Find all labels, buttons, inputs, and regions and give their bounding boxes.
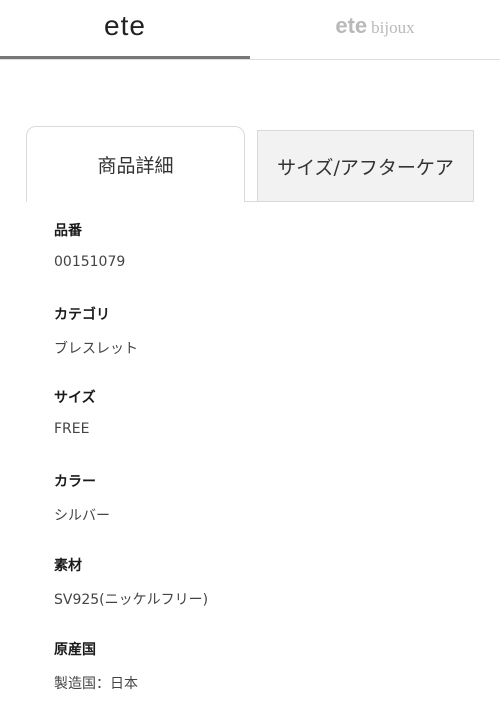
spec-label: 素材 <box>54 558 82 574</box>
spec-value: シルバー <box>54 508 110 524</box>
brand-ete-bijoux-name: ete <box>335 13 368 38</box>
spec-value: ブレスレット <box>54 341 138 357</box>
brand-tab-ete[interactable]: ete <box>0 0 250 60</box>
spec-value: FREE <box>54 421 90 437</box>
spec-item-material: 素材 SV925(ニッケルフリー) <box>54 555 454 608</box>
active-brand-underline <box>0 56 250 59</box>
spec-item-product-number: 品番 00151079 <box>54 220 454 270</box>
tab-product-details[interactable]: 商品詳細 <box>26 126 245 202</box>
spec-item-country-of-origin: 原産国 製造国：日本 <box>54 639 454 692</box>
spec-item-color: カラー シルバー <box>54 471 454 524</box>
spec-item-size: サイズ FREE <box>54 387 454 437</box>
spec-value: 製造国：日本 <box>54 676 138 692</box>
tabs-divider <box>245 201 474 202</box>
brand-ete-logo: ete <box>104 10 146 41</box>
spec-label: サイズ <box>54 390 96 406</box>
spec-label: カテゴリ <box>54 307 110 323</box>
spec-item-category: カテゴリ ブレスレット <box>54 304 454 357</box>
spec-value: SV925(ニッケルフリー) <box>54 592 209 608</box>
spec-label: カラー <box>54 474 96 490</box>
spec-value: 00151079 <box>54 254 126 270</box>
brand-ete-bijoux-suffix: bijoux <box>371 18 415 37</box>
brand-tab-ete-bijoux[interactable]: ete bijoux <box>250 0 500 60</box>
spec-label: 原産国 <box>54 642 96 658</box>
detail-tabs: 商品詳細 サイズ/アフターケア <box>0 126 500 202</box>
spec-label: 品番 <box>54 223 82 239</box>
brand-ete-bijoux-logo: ete bijoux <box>335 13 414 39</box>
tab-size-aftercare[interactable]: サイズ/アフターケア <box>257 130 474 202</box>
brand-tab-bar: ete ete bijoux <box>0 0 500 60</box>
